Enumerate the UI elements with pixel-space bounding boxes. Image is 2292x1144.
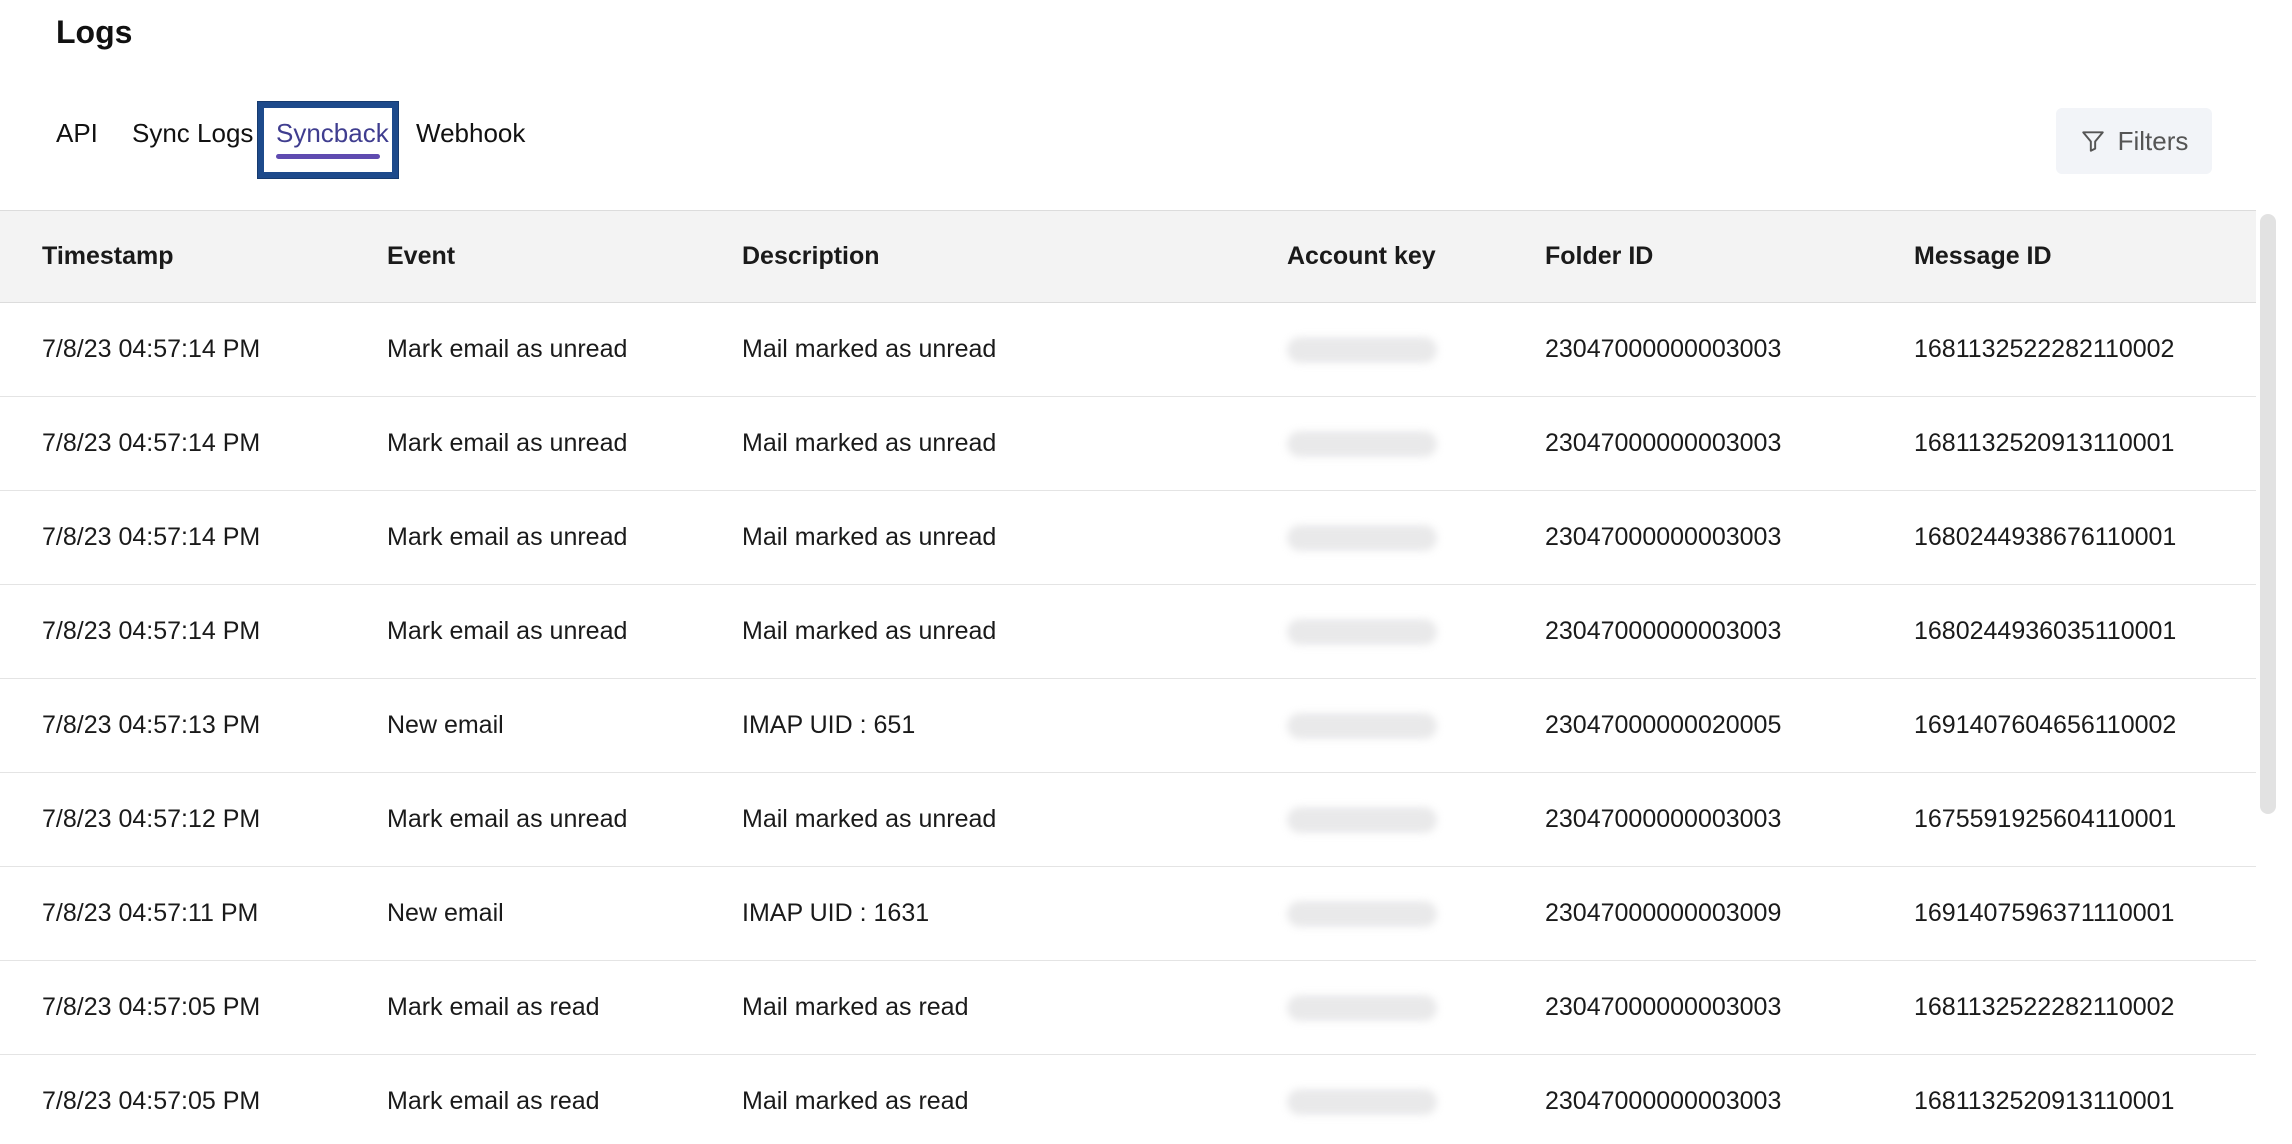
- column-header-account-key[interactable]: Account key: [1287, 211, 1545, 303]
- cell-event: Mark email as unread: [387, 805, 628, 833]
- cell-event: Mark email as read: [387, 993, 600, 1021]
- cell-folder-id: 23047000000003003: [1545, 993, 1782, 1021]
- cell-message-id: 1691407596371110001: [1914, 899, 2175, 927]
- cell-event: New email: [387, 899, 504, 927]
- table-row[interactable]: 7/8/23 04:57:14 PM Mark email as unread Ma…: [0, 585, 2256, 679]
- cell-description: Mail marked as unread: [742, 805, 997, 833]
- table-row[interactable]: 7/8/23 04:57:05 PM Mark email as read Mail…: [0, 961, 2256, 1055]
- cell-account-key: [1287, 303, 1545, 397]
- redacted-account-key: [1287, 1089, 1437, 1116]
- tab-api[interactable]: API: [56, 118, 98, 148]
- cell-message-id: 1681132520913110001: [1914, 1087, 2175, 1115]
- tab-webhook[interactable]: Webhook: [416, 118, 525, 148]
- cell-description: IMAP UID : 1631: [742, 899, 930, 927]
- syncback-log-table: Timestamp Event Description Account key …: [0, 210, 2256, 1144]
- table-body: 7/8/23 04:57:14 PM Mark email as unread Ma…: [0, 303, 2256, 1144]
- redacted-account-key: [1287, 807, 1437, 834]
- cell-description: Mail marked as read: [742, 1087, 969, 1115]
- redacted-account-key: [1287, 431, 1437, 458]
- filter-icon: [2080, 128, 2106, 154]
- active-tab-underline: [276, 154, 380, 159]
- table-row[interactable]: 7/8/23 04:57:14 PM Mark email as unread Ma…: [0, 491, 2256, 585]
- cell-folder-id: 23047000000003009: [1545, 899, 1782, 927]
- page-title: Logs: [56, 14, 133, 50]
- cell-description: Mail marked as unread: [742, 617, 997, 645]
- cell-folder-id: 23047000000020005: [1545, 711, 1782, 739]
- cell-event: Mark email as read: [387, 1087, 600, 1115]
- cell-message-id: 1680244936035110001: [1914, 617, 2177, 645]
- column-header-message-id[interactable]: Message ID: [1914, 211, 2256, 303]
- cell-account-key: [1287, 773, 1545, 867]
- tab-syncback[interactable]: Syncback: [276, 118, 389, 148]
- cell-message-id: 1691407604656110002: [1914, 711, 2177, 739]
- tab-syncback-highlight[interactable]: Syncback: [258, 102, 398, 178]
- cell-message-id: 1675591925604110001: [1914, 805, 2177, 833]
- cell-message-id: 1681132522282110002: [1914, 993, 2175, 1021]
- redacted-account-key: [1287, 337, 1437, 364]
- cell-description: Mail marked as read: [742, 993, 969, 1021]
- redacted-account-key: [1287, 995, 1437, 1022]
- cell-account-key: [1287, 961, 1545, 1055]
- cell-folder-id: 23047000000003003: [1545, 429, 1782, 457]
- filters-button[interactable]: Filters: [2056, 108, 2212, 174]
- cell-event: New email: [387, 711, 504, 739]
- column-header-folder-id[interactable]: Folder ID: [1545, 211, 1914, 303]
- cell-timestamp: 7/8/23 04:57:12 PM: [42, 805, 261, 833]
- table-header: Timestamp Event Description Account key …: [0, 210, 2256, 303]
- redacted-account-key: [1287, 619, 1437, 646]
- cell-timestamp: 7/8/23 04:57:14 PM: [42, 335, 261, 363]
- tab-sync-logs[interactable]: Sync Logs: [132, 118, 253, 148]
- cell-event: Mark email as unread: [387, 523, 628, 551]
- cell-timestamp: 7/8/23 04:57:11 PM: [42, 899, 259, 927]
- column-header-event[interactable]: Event: [387, 211, 742, 303]
- cell-account-key: [1287, 491, 1545, 585]
- redacted-account-key: [1287, 525, 1437, 552]
- table-row[interactable]: 7/8/23 04:57:13 PM New email IMAP UID : 65…: [0, 679, 2256, 773]
- table-row[interactable]: 7/8/23 04:57:05 PM Mark email as read Mail…: [0, 1055, 2256, 1144]
- filters-label: Filters: [2117, 125, 2189, 156]
- table-row[interactable]: 7/8/23 04:57:12 PM Mark email as unread Ma…: [0, 773, 2256, 867]
- cell-timestamp: 7/8/23 04:57:14 PM: [42, 429, 261, 457]
- cell-folder-id: 23047000000003003: [1545, 617, 1782, 645]
- cell-account-key: [1287, 585, 1545, 679]
- cell-account-key: [1287, 679, 1545, 773]
- cell-account-key: [1287, 1055, 1545, 1144]
- cell-account-key: [1287, 867, 1545, 961]
- cell-message-id: 1681132520913110001: [1914, 429, 2175, 457]
- table-row[interactable]: 7/8/23 04:57:14 PM Mark email as unread Ma…: [0, 303, 2256, 397]
- cell-folder-id: 23047000000003003: [1545, 523, 1782, 551]
- logs-page: Logs API Sync Logs Syncback Webhook Filt…: [0, 0, 2292, 1144]
- cell-timestamp: 7/8/23 04:57:13 PM: [42, 711, 261, 739]
- cell-timestamp: 7/8/23 04:57:05 PM: [42, 1087, 261, 1115]
- cell-folder-id: 23047000000003003: [1545, 805, 1782, 833]
- cell-event: Mark email as unread: [387, 617, 628, 645]
- cell-folder-id: 23047000000003003: [1545, 335, 1782, 363]
- redacted-account-key: [1287, 713, 1437, 740]
- cell-timestamp: 7/8/23 04:57:05 PM: [42, 993, 261, 1021]
- cell-description: Mail marked as unread: [742, 429, 997, 457]
- cell-description: Mail marked as unread: [742, 335, 997, 363]
- table-row[interactable]: 7/8/23 04:57:11 PM New email IMAP UID : 16…: [0, 867, 2256, 961]
- table-scrollbar[interactable]: [2260, 214, 2276, 814]
- cell-message-id: 1680244938676110001: [1914, 523, 2177, 551]
- cell-event: Mark email as unread: [387, 429, 628, 457]
- cell-message-id: 1681132522282110002: [1914, 335, 2175, 363]
- cell-event: Mark email as unread: [387, 335, 628, 363]
- cell-folder-id: 23047000000003003: [1545, 1087, 1782, 1115]
- cell-description: IMAP UID : 651: [742, 711, 916, 739]
- cell-description: Mail marked as unread: [742, 523, 997, 551]
- column-header-description[interactable]: Description: [742, 211, 1287, 303]
- cell-timestamp: 7/8/23 04:57:14 PM: [42, 523, 261, 551]
- table-row[interactable]: 7/8/23 04:57:14 PM Mark email as unread Ma…: [0, 397, 2256, 491]
- redacted-account-key: [1287, 901, 1437, 928]
- cell-timestamp: 7/8/23 04:57:14 PM: [42, 617, 261, 645]
- column-header-timestamp[interactable]: Timestamp: [0, 211, 387, 303]
- cell-account-key: [1287, 397, 1545, 491]
